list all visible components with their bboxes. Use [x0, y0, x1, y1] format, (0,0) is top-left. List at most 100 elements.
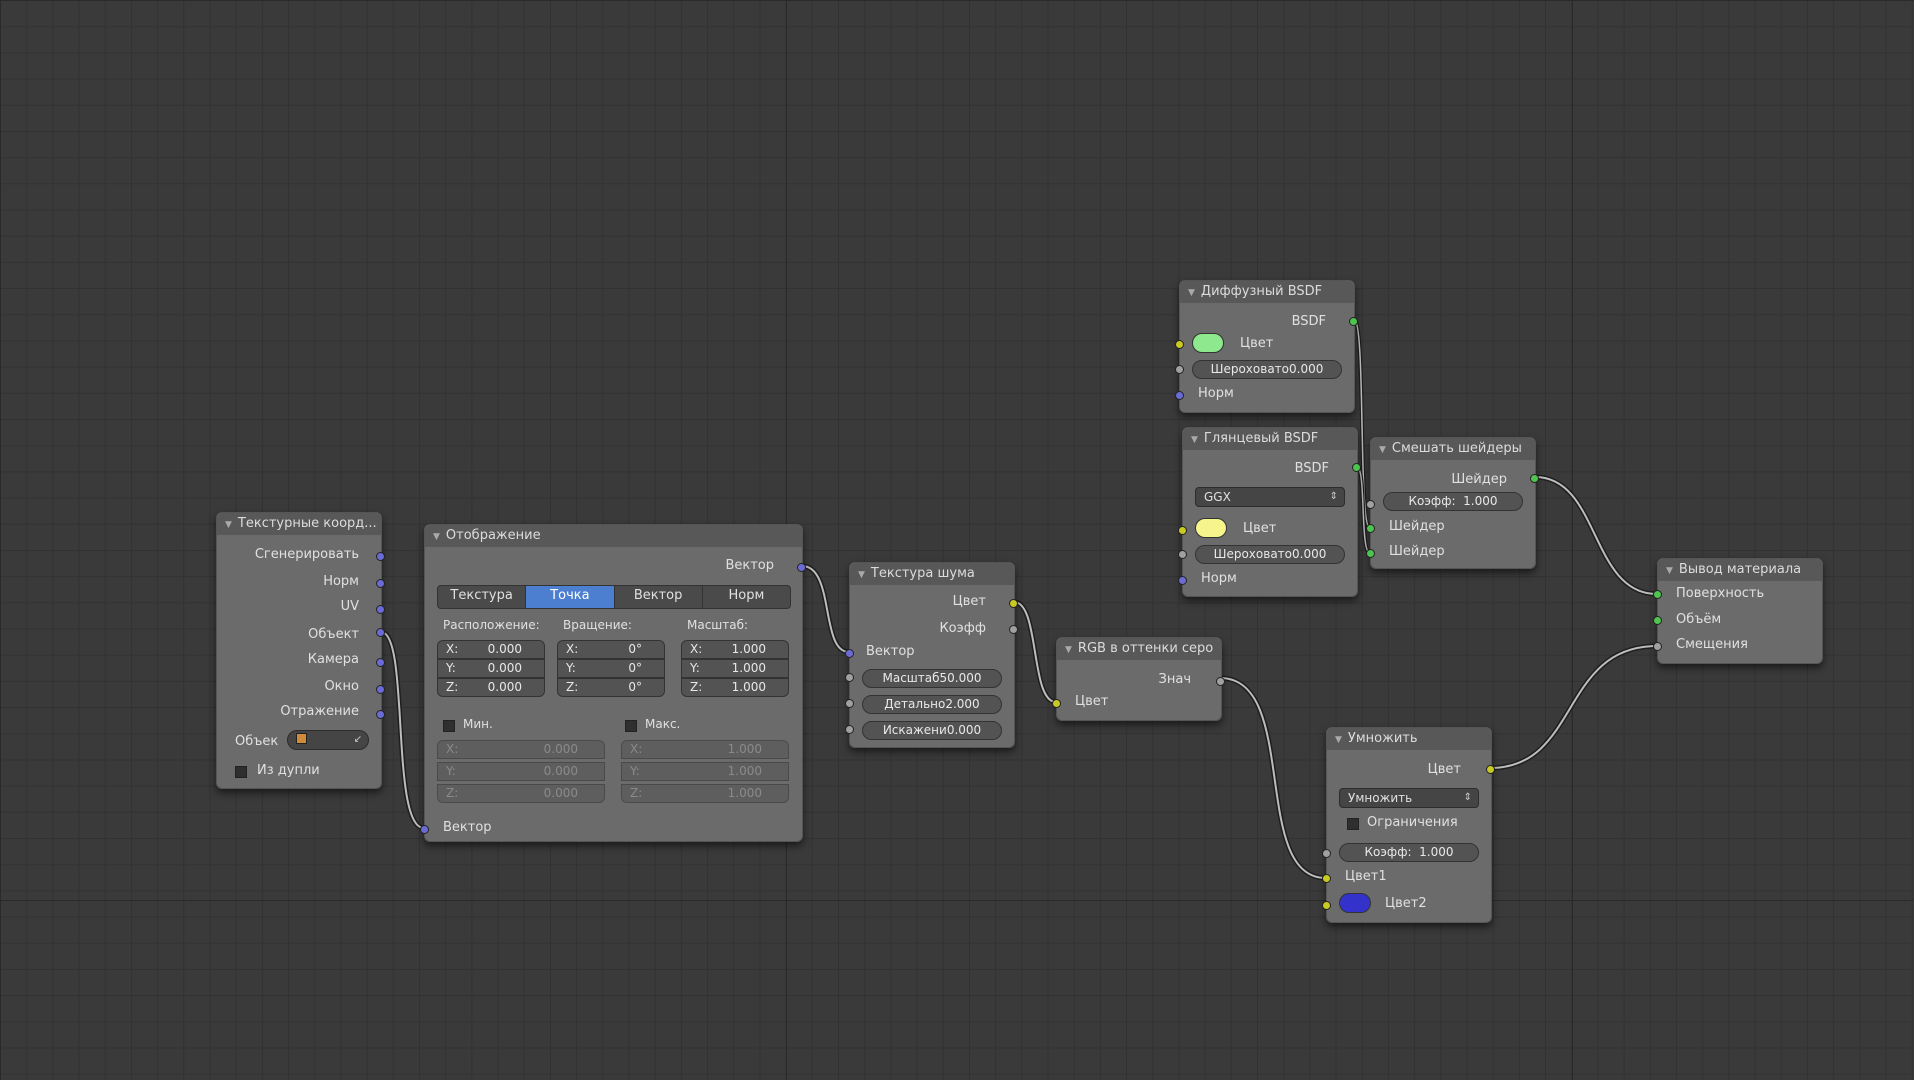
material-output-node[interactable]: ▼ Вывод материала Поверхность Объём Смеще…	[1653, 558, 1823, 664]
scale-z-field[interactable]: Z: 1.000	[681, 678, 789, 697]
fac-field[interactable]: Коэфф: 1.000	[1383, 492, 1523, 511]
node-header[interactable]: ▼ Текстура шума	[850, 563, 1014, 585]
input-socket-color[interactable]	[1175, 340, 1184, 349]
output-socket-shader[interactable]	[1530, 474, 1539, 483]
scale-x-field[interactable]: X: 1.000	[681, 640, 789, 659]
input-socket-roughness[interactable]	[1178, 550, 1187, 559]
input-socket-normal[interactable]	[1178, 576, 1187, 585]
output-socket-reflection[interactable]	[376, 710, 385, 719]
from-instancer-checkbox[interactable]	[235, 766, 247, 778]
min-z-field[interactable]: Z: 0.000	[437, 784, 605, 803]
input-socket-color[interactable]	[1052, 699, 1061, 708]
roughness-field[interactable]: Шероховато0.000	[1195, 545, 1345, 564]
node-header[interactable]: ▼ Текстурные коорд...	[217, 513, 381, 535]
rotation-z-field[interactable]: Z: 0°	[557, 678, 665, 697]
output-socket-color[interactable]	[1486, 765, 1495, 774]
output-socket-object[interactable]	[376, 628, 385, 637]
output-socket-fac[interactable]	[1009, 625, 1018, 634]
output-socket-uv[interactable]	[376, 605, 385, 614]
max-x-field[interactable]: X: 1.000	[621, 740, 789, 759]
input-socket-scale[interactable]	[845, 673, 854, 682]
rotation-y-field[interactable]: Y: 0°	[557, 659, 665, 678]
input-socket-displacement[interactable]	[1653, 642, 1662, 651]
detail-field[interactable]: Детально2.000	[862, 695, 1002, 714]
input-socket-fac[interactable]	[1366, 500, 1375, 509]
multiply-node[interactable]: ▼ Умножить Цвет Умножить ⇕ Ограничения Коэ…	[1322, 727, 1495, 923]
rgb-to-bw-node[interactable]: ▼ RGB в оттенки серо Знач Цвет	[1052, 637, 1225, 721]
input-socket-shader-2[interactable]	[1366, 549, 1375, 558]
node-header[interactable]: ▼ RGB в оттенки серо	[1057, 638, 1221, 660]
node-header[interactable]: ▼ Умножить	[1327, 728, 1491, 750]
tab-point[interactable]: Точка	[526, 586, 615, 608]
location-z-field[interactable]: Z: 0.000	[437, 678, 545, 697]
scale-field[interactable]: Масштаб50.000	[862, 669, 1002, 688]
color-swatch[interactable]	[1195, 518, 1227, 538]
node-header[interactable]: ▼ Отображение	[425, 525, 802, 547]
collapse-triangle-icon[interactable]: ▼	[1379, 445, 1386, 455]
distribution-dropdown[interactable]: GGX ⇕	[1195, 487, 1345, 507]
node-header[interactable]: ▼ Глянцевый BSDF	[1183, 428, 1357, 450]
collapse-triangle-icon[interactable]: ▼	[858, 570, 865, 580]
min-y-field[interactable]: Y: 0.000	[437, 762, 605, 781]
input-socket-color1[interactable]	[1322, 874, 1331, 883]
blend-mode-dropdown[interactable]: Умножить ⇕	[1339, 788, 1479, 808]
output-socket-generated[interactable]	[376, 552, 385, 561]
output-socket-vector[interactable]	[797, 563, 806, 572]
output-socket-bsdf[interactable]	[1349, 317, 1358, 326]
mix-shader-node[interactable]: ▼ Смешать шейдеры Шейдер Коэфф: 1.000 Шей…	[1366, 437, 1539, 569]
max-z-field[interactable]: Z: 1.000	[621, 784, 789, 803]
fac-field[interactable]: Коэфф: 1.000	[1339, 843, 1479, 862]
glossy-bsdf-node[interactable]: ▼ Глянцевый BSDF BSDF GGX ⇕ Цвет Шероховат…	[1178, 427, 1361, 597]
input-socket-shader-1[interactable]	[1366, 524, 1375, 533]
scale-y-field[interactable]: Y: 1.000	[681, 659, 789, 678]
noise-texture-node[interactable]: ▼ Текстура шума Цвет Коэфф Вектор Масштаб…	[845, 562, 1018, 748]
input-socket-vector[interactable]	[845, 649, 854, 658]
location-x-field[interactable]: X: 0.000	[437, 640, 545, 659]
color-swatch[interactable]	[1192, 333, 1224, 353]
min-checkbox[interactable]	[443, 720, 455, 732]
input-socket-normal[interactable]	[1175, 391, 1184, 400]
diffuse-bsdf-node[interactable]: ▼ Диффузный BSDF BSDF Цвет Шероховато0.00…	[1175, 280, 1358, 413]
collapse-triangle-icon[interactable]: ▼	[1666, 566, 1673, 576]
input-socket-fac[interactable]	[1322, 849, 1331, 858]
object-picker[interactable]: ↙	[287, 730, 369, 750]
input-socket-distortion[interactable]	[845, 725, 854, 734]
output-socket-normal[interactable]	[376, 579, 385, 588]
clamp-checkbox[interactable]	[1347, 818, 1359, 830]
distortion-field[interactable]: Искажени0.000	[862, 721, 1002, 740]
rotation-x-field[interactable]: X: 0°	[557, 640, 665, 659]
tab-texture[interactable]: Текстура	[438, 586, 527, 608]
input-socket-color2[interactable]	[1322, 901, 1331, 910]
input-socket-volume[interactable]	[1653, 616, 1662, 625]
mapping-node[interactable]: ▼ Отображение Вектор Текстура Точка Векто…	[420, 524, 806, 842]
input-socket-roughness[interactable]	[1175, 365, 1184, 374]
collapse-triangle-icon[interactable]: ▼	[1065, 645, 1072, 655]
node-header[interactable]: ▼ Смешать шейдеры	[1371, 438, 1535, 460]
location-y-field[interactable]: Y: 0.000	[437, 659, 545, 678]
collapse-triangle-icon[interactable]: ▼	[1335, 735, 1342, 745]
output-socket-bsdf[interactable]	[1352, 463, 1361, 472]
input-socket-vector[interactable]	[420, 825, 429, 834]
collapse-triangle-icon[interactable]: ▼	[225, 520, 232, 530]
output-socket-camera[interactable]	[376, 658, 385, 667]
input-socket-surface[interactable]	[1653, 590, 1662, 599]
node-header[interactable]: ▼ Диффузный BSDF	[1180, 281, 1354, 303]
roughness-field[interactable]: Шероховато0.000	[1192, 360, 1342, 379]
output-socket-value[interactable]	[1216, 677, 1225, 686]
node-header[interactable]: ▼ Вывод материала	[1658, 559, 1822, 581]
tab-normal[interactable]: Норм	[703, 586, 790, 608]
collapse-triangle-icon[interactable]: ▼	[433, 532, 440, 542]
input-socket-color[interactable]	[1178, 526, 1187, 535]
max-y-field[interactable]: Y: 1.000	[621, 762, 789, 781]
min-x-field[interactable]: X: 0.000	[437, 740, 605, 759]
collapse-triangle-icon[interactable]: ▼	[1188, 288, 1195, 298]
input-socket-detail[interactable]	[845, 699, 854, 708]
eyedropper-icon[interactable]: ↙	[354, 731, 362, 749]
color2-swatch[interactable]	[1339, 893, 1371, 913]
output-socket-window[interactable]	[376, 685, 385, 694]
tab-vector[interactable]: Вектор	[615, 586, 703, 608]
max-checkbox[interactable]	[625, 720, 637, 732]
output-socket-color[interactable]	[1009, 599, 1018, 608]
texture-coordinate-node[interactable]: ▼ Текстурные коорд... Сгенерировать Норм …	[216, 512, 385, 789]
collapse-triangle-icon[interactable]: ▼	[1191, 435, 1198, 445]
